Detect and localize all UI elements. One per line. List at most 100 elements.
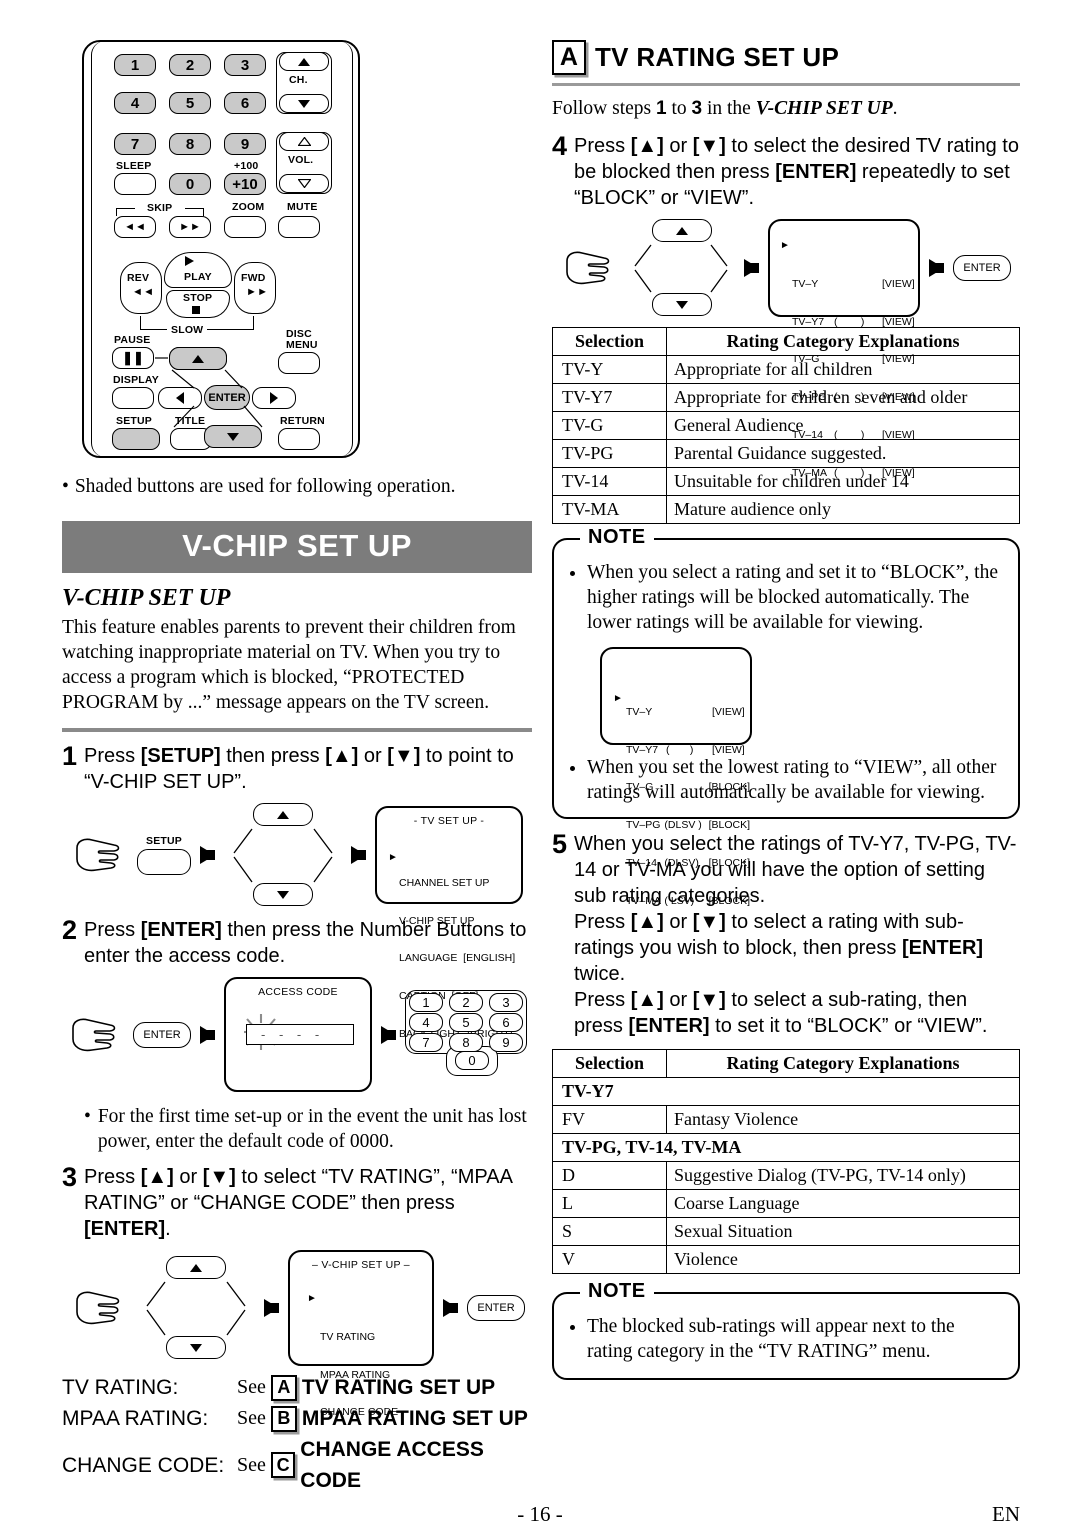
step-number: 3 [62, 1162, 78, 1192]
cell-selection: FV [552, 1105, 667, 1134]
bullet-icon: • [84, 1106, 91, 1127]
remote-button-pause: ❚❚ [112, 347, 154, 369]
cell-selection: S [552, 1217, 667, 1246]
note-bullet: When you select a rating and set it to “… [587, 560, 1004, 635]
rating-label: TV–MA [626, 894, 662, 907]
rev-label: REV [127, 272, 150, 284]
updown-pad-diagram [224, 803, 342, 907]
remote-button-left [158, 387, 202, 409]
rating-row: TV–Y [VIEW] [626, 706, 750, 719]
sleep-label: SLEEP [116, 160, 152, 172]
cell-explanation: Coarse Language [666, 1189, 1020, 1218]
remote-button-mute [278, 216, 320, 238]
step-number: 2 [62, 915, 78, 945]
cell-explanation: Violence [666, 1245, 1020, 1274]
updown-pad-diagram [137, 1256, 255, 1360]
remote-button-4: 4 [114, 92, 156, 114]
step-5-para-3: Press [▲] or [▼] to select a sub-rating,… [574, 989, 988, 1037]
keypad-6: 6 [489, 1012, 523, 1032]
key-label: 6 [240, 94, 250, 112]
step-3-diagram: – V-CHIP SET UP – ► TV RATING MPAA RATIN… [74, 1250, 532, 1418]
cursor-arrow-icon: ► [613, 693, 623, 704]
play-label: PLAY [184, 271, 212, 283]
skip-label: SKIP [147, 202, 173, 214]
remote-button-0: 0 [169, 173, 211, 195]
cursor-arrow-icon: ► [780, 240, 790, 251]
rating-row: TV–14 (DLSV) [BLOCK] [626, 857, 750, 870]
enter-label: ENTER [963, 262, 1001, 274]
arrow-right-icon [443, 1299, 458, 1317]
rating-row: TV–Y7 ( ) [VIEW] [626, 744, 750, 757]
play-triangle-icon [185, 256, 194, 266]
remote-button-skip-forward: ►► [169, 216, 211, 238]
cell-explanation: Sexual Situation [666, 1217, 1020, 1246]
remote-caption: • Shaded buttons are used for following … [62, 476, 456, 497]
diamond-lines [233, 828, 333, 883]
remote-button-channel-up [279, 52, 329, 71]
skip-bracket-left [116, 208, 135, 216]
step-1-diagram: SETUP - TV SET UP - ► CHANNEL SET UP V-C… [74, 803, 532, 1040]
step-5: 5 When you select the ratings of TV-Y7, … [552, 831, 1020, 1039]
column-header-selection: Selection [552, 327, 667, 356]
rating-label: TV–G [626, 781, 654, 794]
remote-button-sleep [114, 173, 156, 195]
setup-label: SETUP [116, 415, 153, 427]
stop-label: STOP [183, 292, 213, 304]
rating-row-list: ► TV–Y [VIEW] TV–Y7 ( ) [VIEW] TV–G [613, 668, 750, 932]
cell-selection: D [552, 1161, 667, 1190]
remote-button-2: 2 [169, 54, 211, 76]
table-row: TV-G General Audience [552, 411, 1020, 440]
remote-button-down [204, 425, 262, 448]
rating-state: [VIEW] [882, 353, 915, 366]
cursor-arrow-icon: ► [307, 1293, 317, 1304]
triangle-down-icon [227, 432, 239, 441]
diagram-number-keypad: 1 2 3 4 5 6 7 8 9 0 [405, 989, 527, 1080]
rating-label: TV–Y [792, 277, 819, 290]
table-row: V Violence [552, 1245, 1020, 1274]
xref-see: See [237, 1407, 266, 1429]
rating-label: TV–PG [792, 391, 827, 404]
diagram-enter-button: ENTER [467, 1295, 525, 1321]
step-4-diagram: ► TV–Y [VIEW] TV–Y7 ( ) [VIEW] TV–G [VIE… [564, 219, 1020, 479]
rating-state: [BLOCK] [708, 856, 750, 869]
page-number: - 16 - [517, 1502, 563, 1526]
key-label: 5 [185, 94, 195, 112]
pointing-hand-icon [76, 838, 120, 872]
rating-state: [VIEW] [882, 428, 915, 441]
remote-button-1: 1 [114, 54, 156, 76]
step-number: 4 [552, 131, 568, 161]
follow-steps-line: Follow steps 1 to 3 in the V-CHIP SET UP… [552, 98, 898, 119]
access-code-field-wrap: - - - - [244, 1014, 370, 1050]
intro-paragraph: This feature enables parents to prevent … [62, 617, 516, 713]
rating-sub: ( ) [666, 743, 694, 756]
step-text: Press [▲] or [▼] to select the desired T… [574, 135, 1019, 209]
xref-see: See [237, 1453, 266, 1476]
table-row: TV-PG Parental Guidance suggested. [552, 439, 1020, 468]
screen-vchip-setup: – V-CHIP SET UP – ► TV RATING MPAA RATIN… [288, 1250, 434, 1418]
pointing-hand-icon [566, 251, 610, 285]
cell-selection: TV-G [552, 411, 667, 440]
rating-state: [VIEW] [882, 466, 915, 479]
remote-button-8: 8 [169, 133, 211, 155]
arrow-right-icon [351, 846, 366, 864]
remote-button-disc-menu [278, 352, 320, 374]
triangle-up-outline-icon [297, 137, 311, 146]
remote-button-plus10: +10 [224, 173, 266, 195]
menu-item: CHANNEL SET UP [399, 876, 490, 889]
rating-sub: ( ) [834, 428, 865, 441]
arrow-right-icon [381, 1025, 396, 1044]
rating-label: TV–14 [792, 428, 823, 441]
triangle-left-icon [176, 392, 184, 404]
divider-rule [552, 83, 1020, 86]
zoom-label: ZOOM [232, 201, 265, 213]
rating-sub: ( ) [834, 466, 865, 479]
diagram-enter-button: ENTER [133, 1021, 191, 1048]
enter-label: ENTER [208, 391, 246, 404]
diagram-enter-button: ENTER [953, 255, 1011, 281]
badge-a: A [552, 40, 586, 75]
menu-item: TV RATING [320, 1330, 376, 1343]
table-row: TV-Y7 Appropriate for children seven and … [552, 383, 1020, 412]
badge-c: C [270, 1452, 296, 1478]
display-label: DISPLAY [113, 374, 159, 386]
bullet-icon: • [62, 476, 69, 497]
